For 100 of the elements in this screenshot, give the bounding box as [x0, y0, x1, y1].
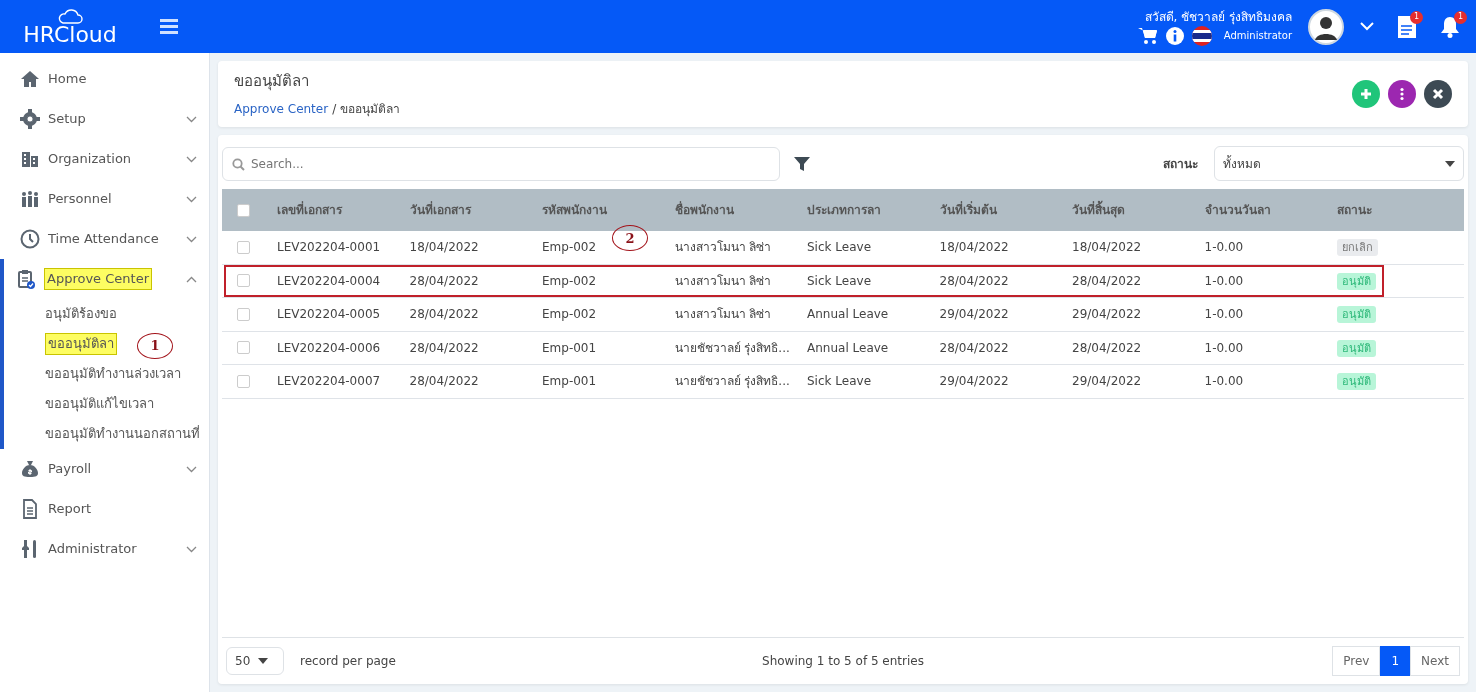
- pagination-button[interactable]: Prev: [1332, 646, 1381, 676]
- table-cell: 29/04/2022: [939, 374, 1009, 389]
- table-cell: LEV202204-0005: [277, 307, 381, 322]
- cloud-icon: [57, 7, 83, 24]
- table-cell: 1-0.00: [1204, 240, 1244, 255]
- row-checkbox[interactable]: [237, 341, 250, 355]
- chevron-down-icon[interactable]: [186, 465, 197, 473]
- status-badge: อนุมัติ: [1337, 306, 1376, 323]
- table-cell: นายชัชวาลย์ รุ่งสิทธิ...: [674, 340, 790, 355]
- table-cell: Sick Leave: [807, 273, 871, 288]
- caret-icon: [1445, 160, 1455, 167]
- sidebar-item[interactable]: Administrator: [8, 529, 209, 569]
- pagination-button[interactable]: 1: [1380, 646, 1411, 676]
- clipboard-icon: [16, 269, 36, 289]
- cart-icon[interactable]: [1137, 26, 1158, 45]
- table-cell: นางสาวโมนา ลิซ่า: [674, 240, 772, 255]
- row-checkbox[interactable]: [237, 374, 250, 388]
- document-icon: [20, 499, 40, 519]
- table-cell: Annual Leave: [807, 340, 889, 355]
- table-cell: Emp-002: [542, 240, 597, 255]
- table-cell: 18/04/2022: [939, 240, 1009, 255]
- caret-icon: [258, 658, 269, 664]
- column-header: วันที่สิ้นสุด: [1072, 201, 1205, 219]
- table-cell: LEV202204-0007: [277, 374, 381, 389]
- page-size-label: record per page: [300, 653, 396, 670]
- chevron-down-icon[interactable]: [186, 545, 197, 553]
- column-header: จำนวนวันลา: [1204, 202, 1272, 219]
- sidebar-item[interactable]: Personnel: [8, 179, 209, 219]
- chevron-up-icon[interactable]: [186, 275, 197, 283]
- submenu-item[interactable]: อนุมัติร้องขอ: [45, 304, 117, 324]
- sidebar-item[interactable]: Organization: [8, 139, 209, 179]
- notification-badge: 1: [1410, 10, 1423, 24]
- document-icon[interactable]: [1398, 15, 1416, 38]
- table-cell: 1-0.00: [1204, 340, 1244, 355]
- bell-icon[interactable]: [1440, 15, 1460, 38]
- submenu-item[interactable]: ขออนุมัติทำงานนอกสถานที่: [45, 424, 200, 444]
- table-cell: 1-0.00: [1204, 374, 1244, 389]
- chevron-down-icon[interactable]: [186, 155, 197, 163]
- status-badge: อนุมัติ: [1337, 339, 1376, 357]
- greeting-text: สวัสดี, ชัชวาลย์ รุ่งสิทธิมงคล: [1144, 8, 1292, 26]
- table-cell: 28/04/2022: [409, 307, 479, 322]
- table-cell: นายชัชวาลย์ รุ่งสิทธิ...: [674, 374, 790, 389]
- money-bag-icon: [20, 459, 40, 479]
- select-all-checkbox[interactable]: [237, 203, 250, 217]
- add-button[interactable]: [1352, 80, 1380, 108]
- page-size-select[interactable]: 50: [226, 647, 284, 675]
- table-cell: 18/04/2022: [1072, 240, 1142, 255]
- search-icon: [232, 157, 245, 171]
- logo-text: HRCloud: [23, 23, 117, 46]
- chevron-down-icon[interactable]: [186, 195, 197, 203]
- table-cell: 29/04/2022: [1072, 307, 1142, 322]
- search-field[interactable]: Search...: [222, 146, 780, 181]
- chevron-down-icon[interactable]: [186, 115, 197, 123]
- table-cell: Annual Leave: [807, 307, 889, 322]
- table-cell: 1-0.00: [1204, 273, 1244, 288]
- filter-icon[interactable]: [794, 155, 810, 172]
- role-text: Administrator: [1223, 29, 1292, 43]
- column-header: วันที่เริ่มต้น: [939, 201, 998, 219]
- status-badge: อนุมัติ: [1337, 373, 1376, 390]
- more-button[interactable]: [1388, 80, 1416, 108]
- sidebar-item[interactable]: Report: [8, 489, 209, 529]
- table-cell: นางสาวโมนา ลิซ่า: [674, 307, 772, 322]
- row-checkbox[interactable]: [237, 240, 250, 254]
- row-checkbox[interactable]: [237, 274, 250, 288]
- sidebar-item[interactable]: Setup: [8, 99, 209, 139]
- breadcrumb-link[interactable]: Approve Center: [234, 100, 329, 119]
- submenu-item[interactable]: ขออนุมัติลา: [45, 333, 117, 355]
- building-icon: [20, 149, 40, 169]
- table-cell: Sick Leave: [807, 240, 871, 255]
- avatar-icon[interactable]: [1308, 8, 1344, 45]
- submenu-item[interactable]: ขออนุมัติทำงานล่วงเวลา: [45, 364, 181, 384]
- chevron-down-icon[interactable]: [186, 235, 197, 243]
- notification-badge: 1: [1454, 10, 1467, 24]
- row-checkbox[interactable]: [237, 307, 250, 321]
- table-cell: LEV202204-0004: [277, 273, 381, 288]
- table-cell: 28/04/2022: [409, 374, 479, 389]
- page-title: ขออนุมัติลา: [234, 70, 310, 93]
- sidebar-item[interactable]: Approve Center: [4, 259, 209, 299]
- table-cell: LEV202204-0001: [277, 240, 381, 255]
- sidebar-item[interactable]: Payroll: [8, 449, 209, 489]
- breadcrumb-separator: /: [332, 101, 337, 119]
- table-cell: 29/04/2022: [1072, 374, 1142, 389]
- menu-icon[interactable]: [160, 19, 178, 34]
- table-cell: Emp-002: [542, 307, 597, 322]
- sidebar-item[interactable]: Time Attendance: [8, 219, 209, 259]
- close-button[interactable]: [1424, 80, 1452, 108]
- status-badge: ยกเลิก: [1337, 239, 1378, 256]
- table-cell: LEV202204-0006: [277, 340, 381, 355]
- flag-icon[interactable]: [1191, 25, 1212, 46]
- table-cell: นางสาวโมนา ลิซ่า: [674, 273, 772, 288]
- table-cell: Sick Leave: [807, 374, 871, 389]
- gear-icon: [20, 109, 40, 129]
- column-header: วันที่เอกสาร: [409, 201, 472, 219]
- status-filter-label: สถานะ: [1163, 155, 1198, 173]
- status-select[interactable]: ทั้งหมด: [1214, 146, 1464, 181]
- sidebar-item[interactable]: Home: [8, 59, 209, 99]
- submenu-item[interactable]: ขออนุมัติแก้ไขเวลา: [45, 394, 154, 414]
- info-icon[interactable]: [1165, 26, 1184, 45]
- pagination-button[interactable]: Next: [1410, 646, 1460, 676]
- people-icon: [20, 189, 40, 209]
